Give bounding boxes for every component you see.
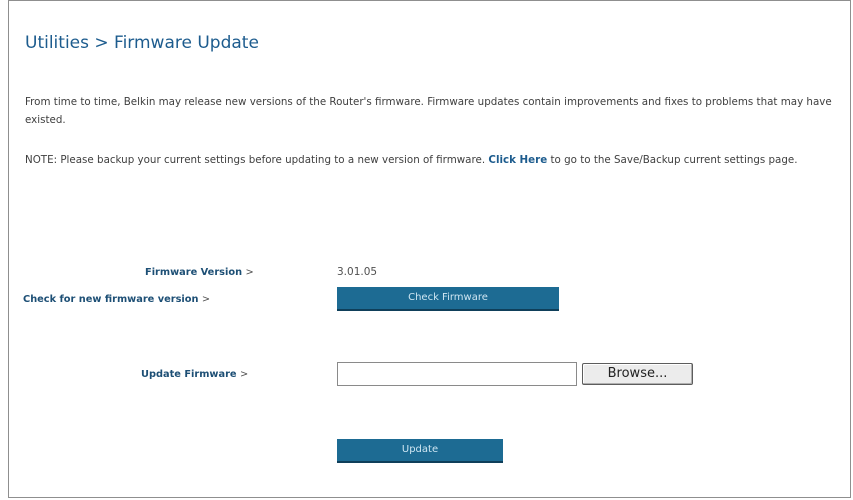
firmware-version-label-text: Firmware Version [145,267,243,278]
label-separator: > [239,369,249,380]
update-button[interactable]: Update [337,439,503,463]
content-frame: Utilities > Firmware Update From time to… [8,0,851,498]
update-firmware-label-text: Update Firmware [141,369,237,380]
label-separator: > [245,267,254,278]
save-backup-link[interactable]: Click Here [488,154,547,166]
intro-text: From time to time, Belkin may release ne… [25,96,832,126]
firmware-file-input[interactable] [337,362,577,386]
check-firmware-button[interactable]: Check Firmware [337,287,559,311]
page-title: Utilities > Firmware Update [25,33,259,53]
backup-note-text: NOTE: Please backup your current setting… [25,154,486,166]
firmware-version-label: Firmware Version > [145,267,254,278]
check-firmware-label-text: Check for new firmware version [23,294,199,305]
check-firmware-label: Check for new firmware version > [23,294,210,305]
firmware-version-value: 3.01.05 [337,266,378,278]
label-separator: > [201,294,211,305]
backup-note: NOTE: Please backup your current setting… [25,151,845,169]
browse-button[interactable]: Browse... [582,363,693,385]
update-firmware-label: Update Firmware > [141,369,248,380]
backup-note-text-end: to go to the Save/Backup current setting… [550,154,798,166]
